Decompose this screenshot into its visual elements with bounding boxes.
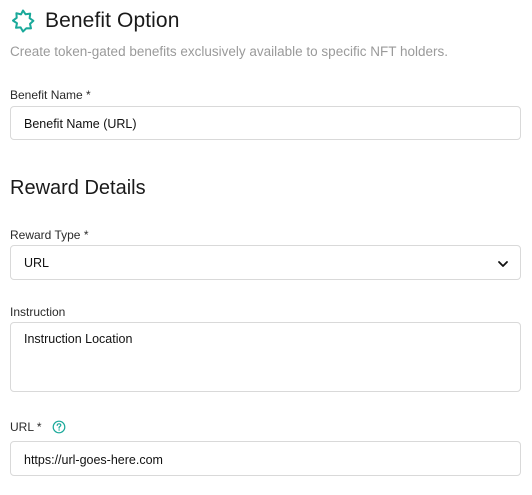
reward-type-select[interactable]: URL xyxy=(10,245,521,280)
benefit-name-input[interactable]: Benefit Name (URL) xyxy=(10,106,521,140)
chevron-down-icon xyxy=(497,258,509,268)
instruction-textarea[interactable]: Instruction Location xyxy=(10,322,521,392)
url-label-row: URL * xyxy=(10,420,66,434)
question-circle-icon[interactable] xyxy=(52,420,66,434)
instruction-label: Instruction xyxy=(10,305,66,319)
benefit-name-value: Benefit Name (URL) xyxy=(24,117,137,131)
url-label: URL * xyxy=(10,420,42,434)
reward-type-value: URL xyxy=(24,256,50,270)
reward-details-heading: Reward Details xyxy=(10,177,146,199)
url-input[interactable]: https://url-goes-here.com xyxy=(10,441,521,476)
page-subtitle: Create token-gated benefits exclusively … xyxy=(10,44,448,59)
page-title: Benefit Option xyxy=(45,9,180,32)
page-header: Benefit Option xyxy=(10,8,180,34)
instruction-value: Instruction Location xyxy=(24,332,133,346)
benefit-name-label: Benefit Name * xyxy=(10,88,91,102)
url-value: https://url-goes-here.com xyxy=(24,453,163,467)
badge-star-icon xyxy=(10,8,36,34)
reward-type-label: Reward Type * xyxy=(10,228,89,242)
